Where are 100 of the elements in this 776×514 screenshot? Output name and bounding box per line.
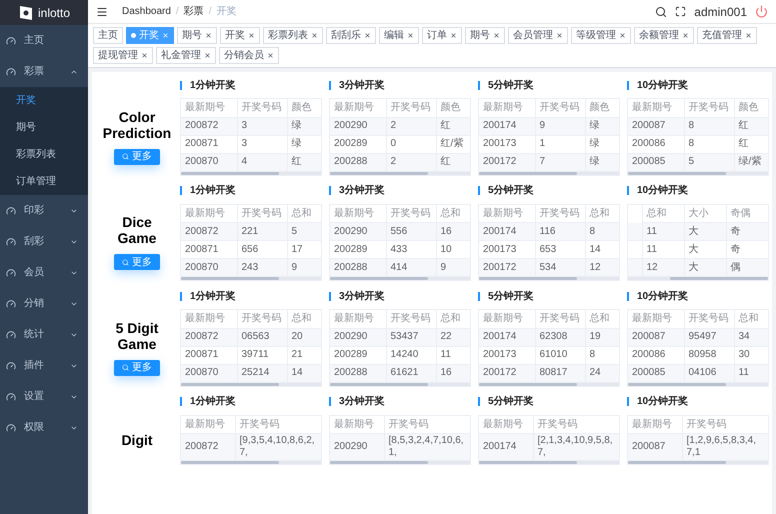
- sidebar-item[interactable]: 主页: [0, 25, 88, 56]
- tag[interactable]: 编辑: [379, 27, 419, 44]
- close-icon[interactable]: [267, 52, 274, 59]
- column-header: 开奖号码: [535, 99, 585, 117]
- scrollbar-thumb[interactable]: [330, 277, 428, 280]
- scrollbar-thumb[interactable]: [628, 382, 726, 386]
- close-icon[interactable]: [450, 32, 457, 39]
- table-title: 5分钟开奖: [488, 78, 534, 92]
- table-cell: 红/紫: [436, 135, 470, 153]
- table-cell: 200085: [628, 153, 684, 171]
- tag[interactable]: 分销会员: [219, 47, 279, 64]
- scrollbar-thumb[interactable]: [330, 461, 428, 464]
- tag[interactable]: 彩票列表: [263, 27, 323, 44]
- breadcrumb-link[interactable]: 彩票: [184, 4, 204, 19]
- sidebar-item[interactable]: 插件: [0, 350, 88, 381]
- scrollbar-thumb[interactable]: [628, 172, 726, 174]
- tag[interactable]: 刮刮乐: [326, 27, 376, 44]
- table-cell: 14240: [386, 346, 436, 364]
- tag[interactable]: 提现管理: [93, 47, 153, 64]
- section-marker: [329, 292, 331, 300]
- tag[interactable]: 期号: [177, 27, 217, 44]
- close-icon[interactable]: [205, 32, 212, 39]
- close-icon[interactable]: [745, 32, 752, 39]
- submenu-item[interactable]: 订单管理: [0, 168, 88, 195]
- fullscreen-icon[interactable]: [675, 6, 686, 17]
- close-icon[interactable]: [311, 32, 318, 39]
- table-cell: 8: [585, 346, 619, 364]
- scrollbar-thumb[interactable]: [479, 277, 577, 280]
- close-icon[interactable]: [619, 32, 626, 39]
- tag[interactable]: 充值管理: [697, 27, 757, 44]
- close-icon[interactable]: [364, 32, 371, 39]
- breadcrumb-link[interactable]: Dashboard: [122, 4, 171, 19]
- section-marker: [329, 80, 331, 90]
- submenu-item[interactable]: 开奖: [0, 87, 88, 114]
- table-cell: 4: [237, 153, 287, 171]
- scrollbar-thumb[interactable]: [330, 382, 428, 386]
- column-header: 颜色: [734, 99, 768, 117]
- scrollbar-thumb[interactable]: [479, 461, 577, 464]
- close-icon[interactable]: [682, 32, 689, 39]
- tag[interactable]: 礼金管理: [156, 47, 216, 64]
- tag-label: 提现管理: [98, 49, 138, 63]
- close-icon[interactable]: [248, 32, 255, 39]
- table-cell: 06563: [237, 328, 287, 346]
- scrollbar-thumb[interactable]: [330, 172, 428, 174]
- table-title: 10分钟开奖: [637, 78, 688, 92]
- table-cell: 红: [436, 117, 470, 135]
- sidebar-item[interactable]: 统计: [0, 319, 88, 350]
- sidebar-item[interactable]: 分销: [0, 288, 88, 319]
- close-icon[interactable]: [204, 52, 211, 59]
- tag-label: 礼金管理: [161, 48, 201, 63]
- tag[interactable]: 会员管理: [508, 27, 568, 44]
- sidebar-item[interactable]: 彩票: [0, 56, 88, 87]
- sidebar-item[interactable]: 设置: [0, 381, 88, 412]
- submenu-item[interactable]: 彩票列表: [0, 141, 88, 168]
- submenu-item[interactable]: 期号: [0, 114, 88, 141]
- table-cell: 22: [436, 328, 470, 346]
- scrollbar-thumb[interactable]: [479, 172, 577, 174]
- close-icon[interactable]: [493, 32, 500, 39]
- table-cell: 200087: [628, 117, 684, 135]
- sidebar-item[interactable]: 刮彩: [0, 226, 88, 257]
- scrollbar-thumb[interactable]: [670, 277, 768, 280]
- close-icon[interactable]: [556, 32, 563, 39]
- scrollbar-thumb[interactable]: [181, 382, 279, 386]
- table-cell: 绿: [585, 153, 619, 171]
- search-icon: [122, 364, 129, 372]
- sidebar-item[interactable]: 权限: [0, 412, 88, 443]
- close-icon[interactable]: [407, 32, 414, 39]
- user-name[interactable]: admin001: [694, 2, 747, 20]
- table-cell: 11: [436, 346, 470, 364]
- tag[interactable]: 主页: [93, 27, 123, 44]
- table-cell: 3: [237, 135, 287, 153]
- search-icon[interactable]: [655, 6, 668, 18]
- scrollbar-thumb[interactable]: [628, 461, 726, 464]
- table-cell: 200288: [330, 364, 386, 382]
- table-cell: 95497: [684, 328, 734, 346]
- tag[interactable]: 开奖: [220, 27, 260, 44]
- gauge-icon: [6, 330, 16, 340]
- tag-label: 主页: [98, 28, 118, 43]
- table-title: 5分钟开奖: [488, 184, 534, 198]
- scrollbar-thumb[interactable]: [479, 382, 577, 386]
- logo-text: inlotto: [38, 4, 70, 22]
- sidebar-item[interactable]: 会员: [0, 257, 88, 288]
- tag[interactable]: 期号: [465, 27, 505, 44]
- table-title: 10分钟开奖: [637, 290, 688, 304]
- section-marker: [180, 80, 182, 90]
- tag[interactable]: 等级管理: [571, 27, 631, 44]
- close-icon[interactable]: [141, 52, 148, 59]
- section-marker: [627, 397, 629, 406]
- section-marker: [627, 80, 629, 90]
- sidebar-item[interactable]: 印彩: [0, 195, 88, 226]
- power-icon[interactable]: [755, 5, 768, 18]
- table-title: 1分钟开奖: [190, 184, 236, 198]
- tag[interactable]: 订单: [422, 27, 462, 44]
- scrollbar-thumb[interactable]: [181, 277, 279, 280]
- scrollbar-thumb[interactable]: [181, 172, 279, 174]
- table-cell: 绿: [287, 117, 321, 135]
- gauge-icon: [6, 298, 16, 308]
- scrollbar-thumb[interactable]: [181, 461, 279, 464]
- menu-icon[interactable]: [96, 6, 108, 18]
- tag[interactable]: 余额管理: [634, 27, 694, 44]
